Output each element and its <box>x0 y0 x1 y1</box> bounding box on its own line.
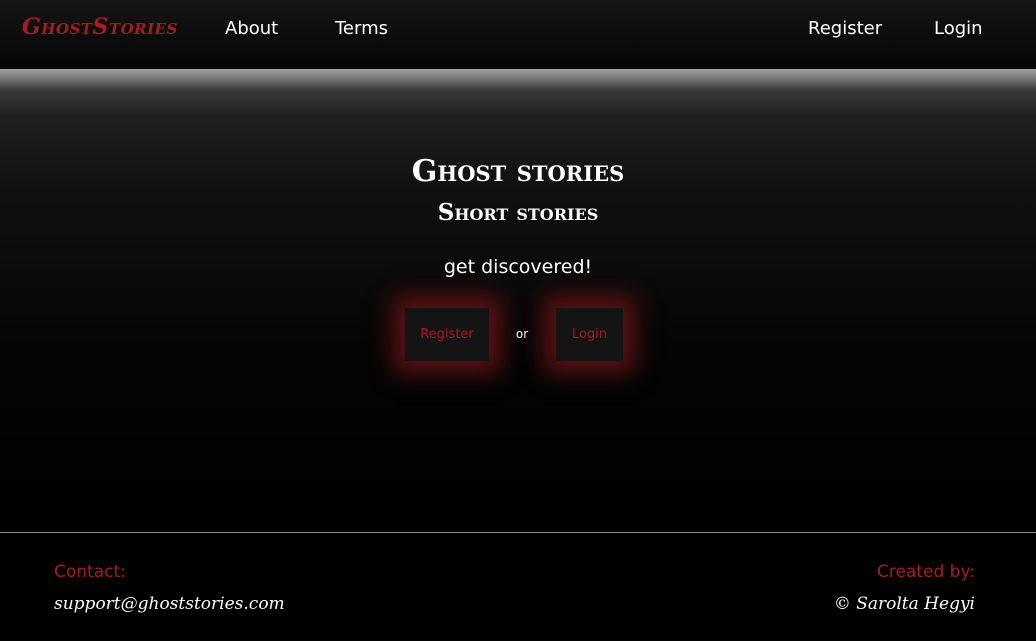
created-by-label: Created by: <box>876 562 975 582</box>
contact-email-link[interactable]: support@ghoststories.com <box>54 594 285 614</box>
nav-link-about[interactable]: About <box>225 18 278 39</box>
or-separator: or <box>515 327 529 341</box>
page: GhostStories About Terms Register Login … <box>0 0 1036 641</box>
brand-logo-link[interactable]: GhostStories <box>22 14 178 40</box>
hero-subtitle: Short stories <box>437 199 599 226</box>
nav-link-register[interactable]: Register <box>808 18 882 39</box>
hero-tagline: get discovered! <box>443 256 593 278</box>
contact-label: Contact: <box>54 562 126 582</box>
nav-link-login[interactable]: Login <box>934 18 983 39</box>
footer: Contact: support@ghoststories.com Create… <box>0 532 1036 641</box>
author-credit: © Sarolta Hegyi <box>833 594 975 614</box>
top-navbar: GhostStories About Terms Register Login <box>0 0 1036 117</box>
hero-title: Ghost stories <box>411 154 625 189</box>
hero-section <box>0 69 1036 532</box>
login-button[interactable]: Login <box>556 308 623 361</box>
register-button[interactable]: Register <box>405 308 489 361</box>
nav-link-terms[interactable]: Terms <box>335 18 388 39</box>
